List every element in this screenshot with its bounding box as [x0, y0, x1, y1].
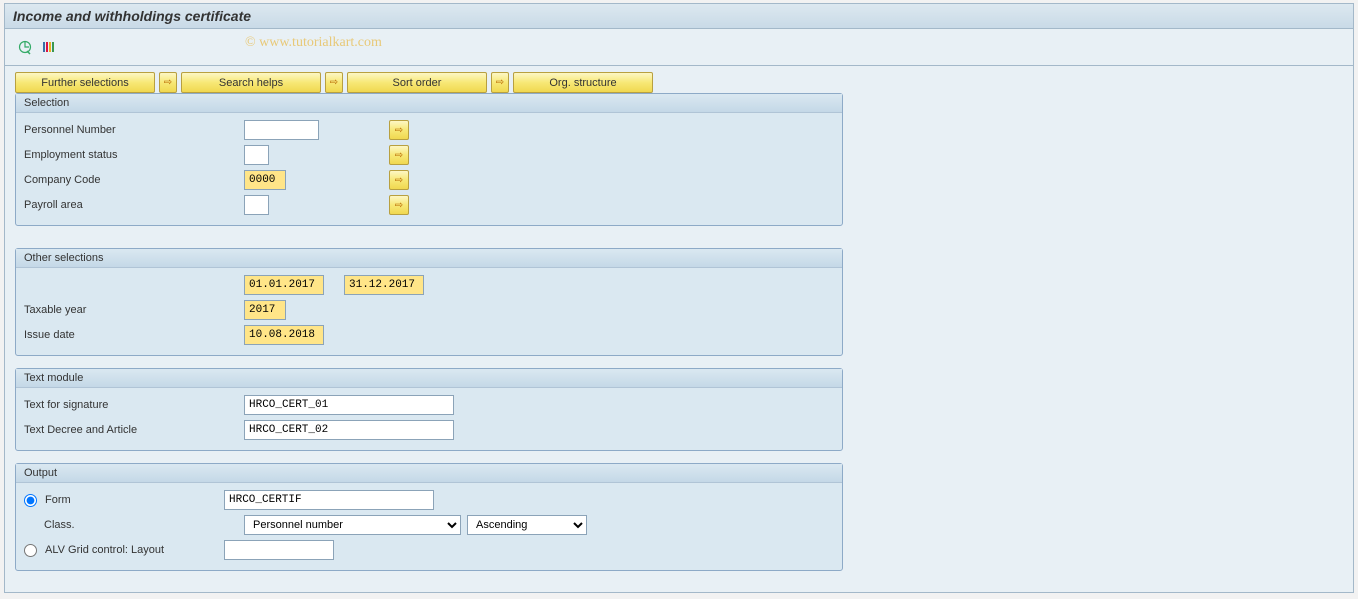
employment-status-label: Employment status	[24, 149, 244, 161]
text-module-group: Text module Text for signature Text Decr…	[15, 368, 843, 451]
page-title: Income and withholdings certificate	[5, 4, 1353, 29]
alv-radio-label: ALV Grid control: Layout	[45, 544, 164, 556]
text-decree-input[interactable]	[244, 420, 454, 440]
execute-icon[interactable]	[15, 37, 35, 57]
class-label: Class.	[24, 519, 244, 531]
date-from-input[interactable]	[244, 275, 324, 295]
sort-order-button[interactable]: Sort order	[347, 72, 487, 93]
personnel-number-label: Personnel Number	[24, 124, 244, 136]
arrow-icon[interactable]: ⇨	[325, 72, 343, 93]
employment-status-input[interactable]	[244, 145, 269, 165]
company-code-label: Company Code	[24, 174, 244, 186]
form-input[interactable]	[224, 490, 434, 510]
arrow-icon[interactable]: ⇨	[159, 72, 177, 93]
further-selections-button[interactable]: Further selections	[15, 72, 155, 93]
arrow-icon[interactable]: ⇨	[491, 72, 509, 93]
text-module-header: Text module	[16, 369, 842, 388]
taxable-year-input[interactable]	[244, 300, 286, 320]
payroll-area-input[interactable]	[244, 195, 269, 215]
search-helps-button[interactable]: Search helps	[181, 72, 321, 93]
payroll-area-label: Payroll area	[24, 199, 244, 211]
selection-header: Selection	[16, 94, 842, 113]
application-toolbar: © www.tutorialkart.com	[5, 29, 1353, 66]
text-signature-label: Text for signature	[24, 399, 244, 411]
taxable-year-label: Taxable year	[24, 304, 244, 316]
alv-layout-input[interactable]	[224, 540, 334, 560]
form-radio[interactable]	[24, 494, 37, 507]
order-select[interactable]: Ascending	[467, 515, 587, 535]
multiple-selection-icon[interactable]: ⇨	[389, 195, 409, 215]
org-structure-button[interactable]: Org. structure	[513, 72, 653, 93]
form-radio-label: Form	[45, 494, 71, 506]
text-signature-input[interactable]	[244, 395, 454, 415]
variant-icon[interactable]	[39, 37, 59, 57]
multiple-selection-icon[interactable]: ⇨	[389, 145, 409, 165]
personnel-number-input[interactable]	[244, 120, 319, 140]
multiple-selection-icon[interactable]: ⇨	[389, 170, 409, 190]
class-select[interactable]: Personnel number	[244, 515, 461, 535]
content-area: Selection Personnel Number ⇨ Employment …	[5, 93, 1353, 593]
output-header: Output	[16, 464, 842, 483]
form-radio-row[interactable]: Form	[24, 494, 224, 507]
output-group: Output Form Class. Personnel number	[15, 463, 843, 571]
company-code-input[interactable]	[244, 170, 286, 190]
alv-radio[interactable]	[24, 544, 37, 557]
watermark: © www.tutorialkart.com	[245, 35, 382, 51]
main-panel: Income and withholdings certificate © ww…	[4, 3, 1354, 593]
text-decree-label: Text Decree and Article	[24, 424, 244, 436]
alv-radio-row[interactable]: ALV Grid control: Layout	[24, 544, 224, 557]
selection-group: Selection Personnel Number ⇨ Employment …	[15, 93, 843, 226]
other-selections-group: Other selections Taxable year Issue date	[15, 248, 843, 356]
other-selections-header: Other selections	[16, 249, 842, 268]
multiple-selection-icon[interactable]: ⇨	[389, 120, 409, 140]
issue-date-label: Issue date	[24, 329, 244, 341]
issue-date-input[interactable]	[244, 325, 324, 345]
date-to-input[interactable]	[344, 275, 424, 295]
